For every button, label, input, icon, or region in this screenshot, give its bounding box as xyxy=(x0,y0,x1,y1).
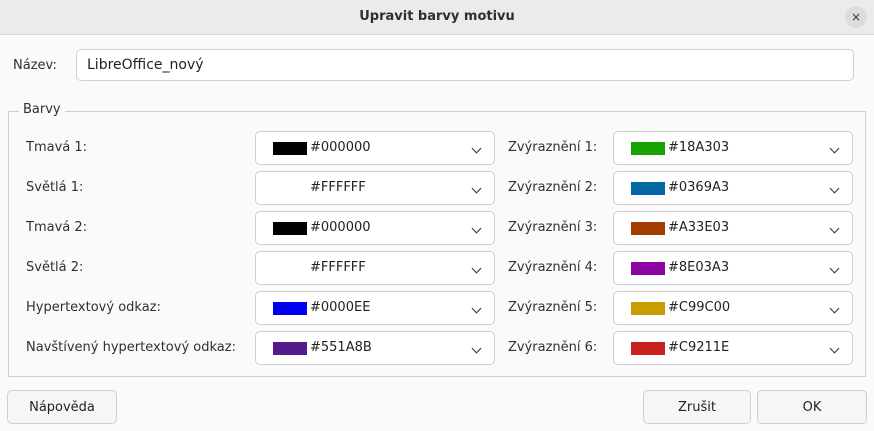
chevron-down-icon xyxy=(471,143,482,154)
left-color-dropdown[interactable]: #000000 xyxy=(255,211,495,245)
cancel-button[interactable]: Zrušit xyxy=(643,390,751,424)
right-color-label: Zvýraznění 1: xyxy=(508,140,598,155)
left-color-label: Navštívený hypertextový odkaz: xyxy=(26,340,236,355)
title-bar: Upravit barvy motivu × xyxy=(0,0,874,35)
color-swatch xyxy=(273,262,307,275)
right-color-label: Zvýraznění 5: xyxy=(508,300,598,315)
chevron-down-icon xyxy=(829,223,840,234)
left-color-label: Tmavá 2: xyxy=(26,220,88,235)
right-color-dropdown[interactable]: #8E03A3 xyxy=(613,251,853,285)
right-color-label: Zvýraznění 4: xyxy=(508,260,598,275)
color-value: #8E03A3 xyxy=(668,260,730,275)
color-value: #000000 xyxy=(310,140,371,155)
left-color-dropdown[interactable]: #551A8B xyxy=(255,331,495,365)
color-swatch xyxy=(631,142,665,155)
dialog-title: Upravit barvy motivu xyxy=(359,9,515,24)
close-icon: × xyxy=(850,10,862,24)
left-color-label: Hypertextový odkaz: xyxy=(26,300,161,315)
name-label: Název: xyxy=(13,58,57,73)
chevron-down-icon xyxy=(829,303,840,314)
color-swatch xyxy=(273,142,307,155)
left-color-label: Světlá 1: xyxy=(26,180,84,195)
color-swatch xyxy=(631,182,665,195)
right-color-label: Zvýraznění 2: xyxy=(508,180,598,195)
right-color-label: Zvýraznění 6: xyxy=(508,340,598,355)
chevron-down-icon xyxy=(829,263,840,274)
name-input[interactable]: LibreOffice_nový xyxy=(76,49,854,81)
chevron-down-icon xyxy=(829,183,840,194)
chevron-down-icon xyxy=(471,303,482,314)
color-swatch xyxy=(273,302,307,315)
color-value: #FFFFFF xyxy=(310,180,366,195)
color-value: #551A8B xyxy=(310,340,372,355)
color-value: #0000EE xyxy=(310,300,371,315)
color-value: #18A303 xyxy=(668,140,730,155)
left-color-dropdown[interactable]: #FFFFFF xyxy=(255,251,495,285)
chevron-down-icon xyxy=(471,223,482,234)
color-swatch xyxy=(273,222,307,235)
right-color-dropdown[interactable]: #C9211E xyxy=(613,331,853,365)
chevron-down-icon xyxy=(471,343,482,354)
color-swatch xyxy=(273,342,307,355)
color-value: #C9211E xyxy=(668,340,730,355)
right-color-dropdown[interactable]: #C99C00 xyxy=(613,291,853,325)
chevron-down-icon xyxy=(471,263,482,274)
chevron-down-icon xyxy=(471,183,482,194)
right-color-dropdown[interactable]: #A33E03 xyxy=(613,211,853,245)
left-color-dropdown[interactable]: #FFFFFF xyxy=(255,171,495,205)
color-swatch xyxy=(631,222,665,235)
chevron-down-icon xyxy=(829,343,840,354)
right-color-dropdown[interactable]: #18A303 xyxy=(613,131,853,165)
color-swatch xyxy=(631,262,665,275)
left-color-label: Tmavá 1: xyxy=(26,140,88,155)
chevron-down-icon xyxy=(829,143,840,154)
color-value: #0369A3 xyxy=(668,180,730,195)
close-button[interactable]: × xyxy=(845,6,867,28)
color-swatch xyxy=(631,342,665,355)
color-value: #000000 xyxy=(310,220,371,235)
right-color-label: Zvýraznění 3: xyxy=(508,220,598,235)
right-color-dropdown[interactable]: #0369A3 xyxy=(613,171,853,205)
left-color-dropdown[interactable]: #000000 xyxy=(255,131,495,165)
color-swatch xyxy=(631,302,665,315)
left-color-label: Světlá 2: xyxy=(26,260,84,275)
ok-button[interactable]: OK xyxy=(757,390,867,424)
color-value: #C99C00 xyxy=(668,300,731,315)
left-color-dropdown[interactable]: #0000EE xyxy=(255,291,495,325)
color-value: #FFFFFF xyxy=(310,260,366,275)
help-button[interactable]: Nápověda xyxy=(7,390,117,424)
color-value: #A33E03 xyxy=(668,220,730,235)
colors-group-title: Barvy xyxy=(19,102,65,117)
color-swatch xyxy=(273,182,307,195)
